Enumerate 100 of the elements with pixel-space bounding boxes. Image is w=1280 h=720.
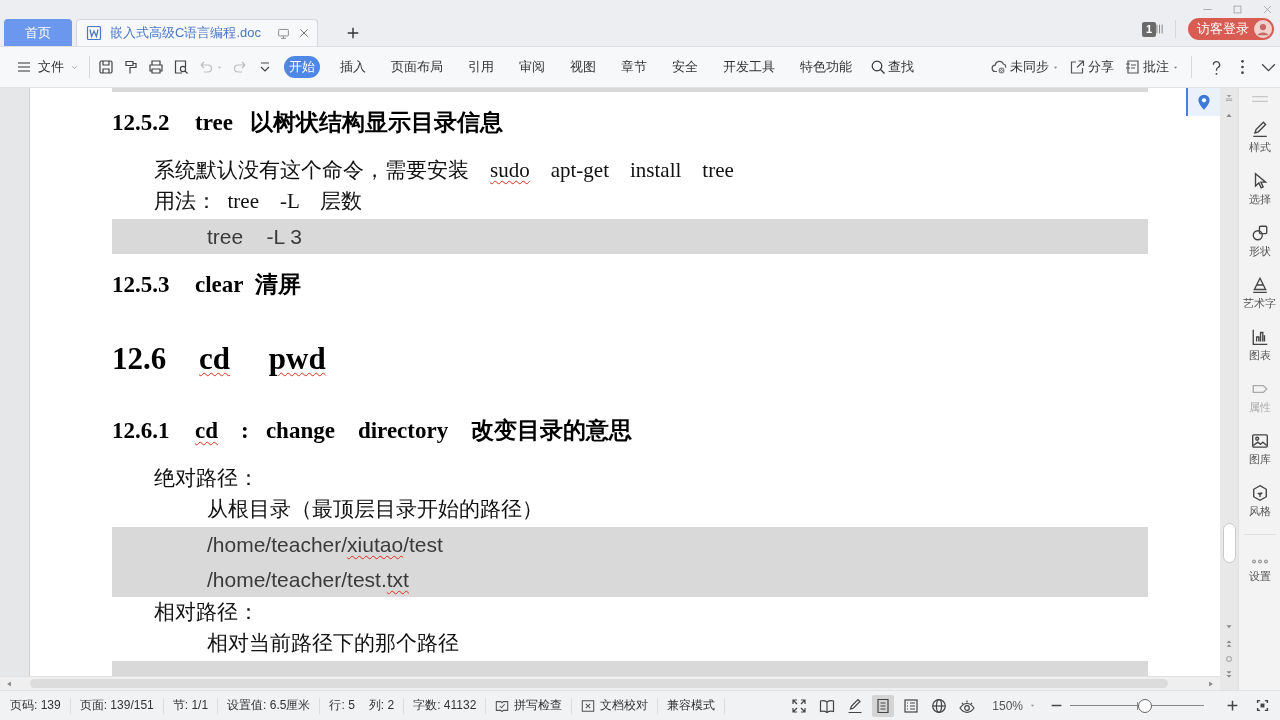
dots-icon [1251, 559, 1268, 564]
ribbon-tab[interactable]: 插入 [335, 56, 371, 78]
file-menu-button[interactable]: 文件 [16, 58, 79, 76]
ribbon-tab[interactable]: 章节 [616, 56, 652, 78]
brush-icon [123, 59, 139, 75]
status-field: 兼容模式 [667, 697, 716, 714]
close-tab-button[interactable] [298, 27, 310, 39]
hexagon-icon [1250, 484, 1269, 502]
next-page-button[interactable] [1224, 670, 1234, 680]
small-window-button[interactable] [277, 26, 290, 40]
side-panel-button[interactable]: 设置 [1248, 555, 1271, 607]
bar-chart-icon [1250, 328, 1269, 346]
navigation-button[interactable] [1186, 88, 1220, 116]
code-line: tree -L 3 [207, 224, 302, 250]
new-tab-button[interactable] [346, 26, 360, 40]
side-panel-button[interactable]: 图表 [1248, 328, 1271, 380]
ribbon-tab[interactable]: 页面布局 [386, 56, 448, 78]
paragraph-text: 相对路径： [154, 599, 259, 626]
book-check-icon [495, 698, 510, 713]
save-button[interactable] [98, 59, 114, 75]
fullscreen-icon [791, 697, 808, 714]
plus-icon [1225, 699, 1239, 712]
code-line: /home/teacher/test.txt [207, 567, 409, 593]
previous-page-button[interactable] [1224, 638, 1234, 648]
heading-title: cd pwd [199, 340, 326, 378]
view-mode-button[interactable] [872, 694, 895, 717]
heading-title: tree 以树状结构显示目录信息 [195, 109, 504, 137]
heading-number: 12.5.2 [112, 109, 171, 137]
search-button[interactable]: 查找 [870, 58, 914, 76]
proofread-button[interactable]: 文档校对 [581, 697, 649, 714]
code-line: /home/teacher/xiutao/test [207, 532, 443, 558]
ribbon-tab[interactable]: 特色功能 [795, 56, 857, 78]
side-panel-button[interactable]: 图库 [1248, 432, 1271, 484]
side-panel-button[interactable]: 形状 [1248, 224, 1271, 276]
maximize-icon [1231, 3, 1243, 15]
zoom-menu-button[interactable]: 150% [992, 698, 1036, 713]
heading-number: 12.5.3 [112, 271, 171, 299]
share-button[interactable]: 分享 [1069, 58, 1114, 76]
location-pin-icon [1195, 93, 1213, 111]
monitor-icon [277, 26, 290, 40]
fit-icon [1255, 699, 1269, 712]
ruler-toggle-button[interactable] [1224, 92, 1234, 102]
status-field: 页码: 139 [10, 697, 61, 714]
horizontal-scrollbar[interactable] [0, 676, 1220, 690]
kebab-icon [1240, 60, 1244, 74]
cloud-icon [991, 59, 1007, 75]
spellcheck-button[interactable]: 拼写检查 [495, 697, 563, 714]
menu-icon [16, 59, 32, 75]
save-icon [98, 59, 114, 75]
double-down-arrow-icon [1224, 670, 1234, 680]
status-field: 行: 5 [329, 697, 355, 714]
side-panel-button[interactable]: 选择 [1248, 172, 1271, 224]
window-count-badge[interactable]: 1 [1141, 21, 1156, 37]
side-panel-button[interactable]: 风格 [1248, 484, 1271, 536]
ribbon-tab[interactable]: 安全 [667, 56, 703, 78]
heading-title: clear 清屏 [195, 271, 301, 299]
login-button[interactable]: 访客登录 [1188, 18, 1274, 40]
avatar-icon [1254, 20, 1272, 38]
list-icon [903, 697, 920, 714]
printer-icon [148, 59, 164, 75]
print-preview-button[interactable] [173, 59, 189, 75]
status-field: 节: 1/1 [172, 697, 209, 714]
pen-icon [1250, 120, 1269, 138]
print-button[interactable] [148, 59, 164, 75]
vertical-scrollbar[interactable] [1220, 88, 1238, 690]
page-magnifier-icon [173, 59, 189, 75]
ribbon-tab[interactable]: 引用 [463, 56, 499, 78]
image-icon [1250, 432, 1269, 450]
sync-button[interactable]: 未同步 [991, 58, 1059, 76]
status-field: 页面: 139/151 [79, 697, 154, 714]
undo-icon [198, 59, 214, 75]
paragraph-text: 绝对路径： [154, 465, 259, 492]
ribbon-tab[interactable]: 开始 [284, 56, 320, 78]
ruler-icon [1224, 92, 1234, 102]
fit-window-button[interactable] [1254, 697, 1270, 714]
side-panel-button[interactable]: 样式 [1248, 120, 1271, 172]
double-up-arrow-icon [1224, 638, 1234, 648]
close-icon [1261, 3, 1273, 15]
book-icon [819, 697, 836, 714]
scrollbar-thumb[interactable] [1222, 523, 1236, 563]
side-panel-button[interactable]: 艺术字 [1243, 276, 1276, 328]
slider-thumb[interactable] [1138, 698, 1153, 713]
paragraph-text: 用法： tree -L 层数 [154, 188, 362, 215]
close-icon [298, 27, 310, 39]
status-field: 列: 2 [368, 697, 395, 714]
ribbon-tab[interactable]: 审阅 [514, 56, 550, 78]
comment-button[interactable]: 批注 [1124, 58, 1179, 76]
heading-number: 12.6 [112, 340, 168, 378]
ribbon-tab[interactable]: 视图 [565, 56, 601, 78]
text-art-icon [1250, 276, 1269, 294]
document-tab[interactable]: 嵌入式高级C语言编程.doc [76, 19, 318, 46]
search-icon [870, 59, 886, 75]
globe-icon [931, 697, 948, 714]
caret-icon [1029, 702, 1036, 709]
format-painter-button[interactable] [123, 59, 139, 75]
status-field: 设置值: 6.5厘米 [227, 697, 311, 714]
ribbon-tab[interactable]: 开发工具 [718, 56, 780, 78]
status-field: 字数: 41132 [413, 697, 477, 714]
redo-icon [232, 59, 248, 75]
heading-title: cd : change directory 改变目录的意思 [195, 417, 633, 445]
